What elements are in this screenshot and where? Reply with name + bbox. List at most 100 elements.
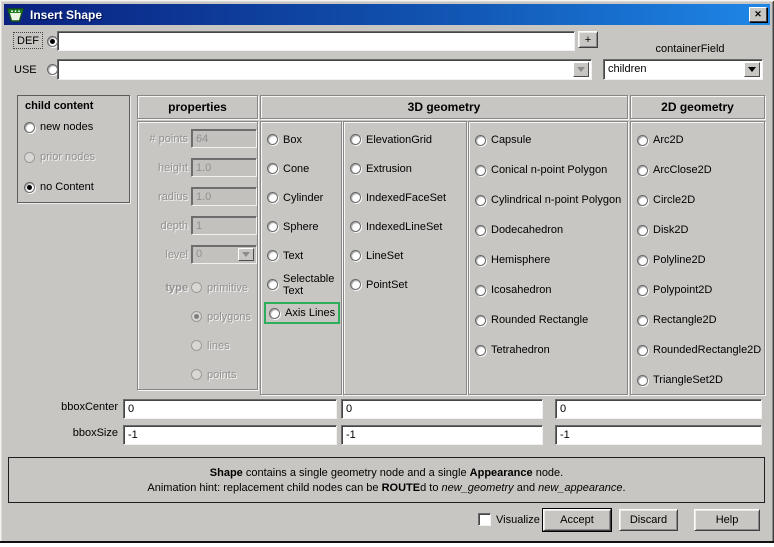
radio-label: Tetrahedron [491, 344, 550, 356]
radio-icon[interactable] [637, 195, 648, 206]
radio-icon[interactable] [24, 122, 35, 133]
geometry-3d-icosahedron[interactable]: Icosahedron [475, 275, 627, 305]
discard-button[interactable]: Discard [619, 509, 678, 531]
bbox-size-z-input[interactable] [555, 425, 762, 445]
radio-label: new nodes [40, 121, 93, 133]
radio-label: Cylindrical n-point Polygon [491, 194, 621, 206]
geometry-3d-elevationgrid[interactable]: ElevationGrid [350, 125, 466, 154]
bbox-center-z-input[interactable] [555, 399, 762, 419]
radio-icon[interactable] [637, 285, 648, 296]
radio-icon[interactable] [637, 225, 648, 236]
geometry-2d-polyline2d[interactable]: Polyline2D [637, 245, 764, 275]
radio-icon[interactable] [637, 375, 648, 386]
radio-icon[interactable] [350, 279, 361, 290]
radio-icon[interactable] [267, 250, 278, 261]
radio-icon[interactable] [475, 255, 486, 266]
geometry-2d-triangleset2d[interactable]: TriangleSet2D [637, 365, 764, 395]
geometry-3d-sphere[interactable]: Sphere [267, 212, 341, 241]
geometry-3d-cone[interactable]: Cone [267, 154, 341, 183]
plus-button[interactable]: + [578, 31, 598, 48]
radio-icon[interactable] [637, 315, 648, 326]
geometry-3d-extrusion[interactable]: Extrusion [350, 154, 466, 183]
geometry-3d-axis-lines[interactable]: Axis Lines [264, 302, 340, 324]
geometry-3d-capsule[interactable]: Capsule [475, 125, 627, 155]
geometry-3d-cylindrical-n-point-polygon[interactable]: Cylindrical n-point Polygon [475, 185, 627, 215]
accept-button[interactable]: Accept [543, 509, 611, 531]
child-content-option-no-content[interactable]: no Content [24, 172, 129, 202]
radio-icon[interactable] [350, 134, 361, 145]
radio-icon[interactable] [267, 279, 278, 290]
radio-icon[interactable] [269, 308, 280, 319]
radio-label: IndexedFaceSet [366, 192, 446, 204]
geometry-2d-circle2d[interactable]: Circle2D [637, 185, 764, 215]
geometry-2d-arc2d[interactable]: Arc2D [637, 125, 764, 155]
radio-icon[interactable] [475, 285, 486, 296]
radio-label: Disk2D [653, 224, 688, 236]
geometry-3d-tetrahedron[interactable]: Tetrahedron [475, 335, 627, 365]
radio-label: Dodecahedron [491, 224, 563, 236]
radio-icon[interactable] [637, 135, 648, 146]
radio-icon[interactable] [475, 135, 486, 146]
radio-label: primitive [207, 282, 248, 294]
bbox-center-x-input[interactable] [123, 399, 337, 419]
geometry-3d-hemisphere[interactable]: Hemisphere [475, 245, 627, 275]
bbox-size-label: bboxSize [8, 427, 118, 439]
radio-icon[interactable] [475, 225, 486, 236]
radio-icon[interactable] [267, 134, 278, 145]
geometry-2d-disk2d[interactable]: Disk2D [637, 215, 764, 245]
close-button[interactable]: ✕ [749, 7, 767, 22]
geometry-3d-dodecahedron[interactable]: Dodecahedron [475, 215, 627, 245]
radio-icon[interactable] [475, 345, 486, 356]
geometry-2d-arcclose2d[interactable]: ArcClose2D [637, 155, 764, 185]
prop-field-level: 0 [191, 245, 257, 264]
geometry-3d-pointset[interactable]: PointSet [350, 270, 466, 299]
geometry-3d-box[interactable]: Box [267, 125, 341, 154]
radio-icon[interactable] [350, 192, 361, 203]
radio-icon[interactable] [475, 195, 486, 206]
radio-icon[interactable] [267, 221, 278, 232]
radio-icon[interactable] [637, 345, 648, 356]
radio-icon[interactable] [637, 255, 648, 266]
geometry-2d-polypoint2d[interactable]: Polypoint2D [637, 275, 764, 305]
radio-icon[interactable] [350, 221, 361, 232]
help-button[interactable]: Help [694, 509, 760, 531]
container-field-combo[interactable]: children [603, 59, 763, 80]
title-bar[interactable]: Insert Shape ✕ [4, 4, 770, 25]
geometry-3d-conical-n-point-polygon[interactable]: Conical n-point Polygon [475, 155, 627, 185]
geometry-3d-text[interactable]: Text [267, 241, 341, 270]
bbox-size-y-input[interactable] [341, 425, 543, 445]
bbox-center-y-input[interactable] [341, 399, 543, 419]
radio-icon[interactable] [475, 165, 486, 176]
info-text-segment: Appearance [470, 467, 533, 479]
geometry-3d-rounded-rectangle[interactable]: Rounded Rectangle [475, 305, 627, 335]
radio-icon [191, 282, 202, 293]
radio-icon[interactable] [350, 163, 361, 174]
use-combo[interactable] [57, 59, 592, 80]
prop-field-value: 0 [196, 248, 202, 260]
bbox-size-x-input[interactable] [123, 425, 337, 445]
geometry-3d-indexedlineset[interactable]: IndexedLineSet [350, 212, 466, 241]
prop-field-radius [191, 187, 257, 206]
geometry-3d-cylinder[interactable]: Cylinder [267, 183, 341, 212]
radio-icon[interactable] [267, 163, 278, 174]
visualize-checkbox[interactable] [478, 513, 491, 526]
container-field-dropdown-button[interactable] [744, 62, 760, 77]
prop-label: depth [142, 220, 188, 232]
geometry-2d-roundedrectangle2d[interactable]: RoundedRectangle2D [637, 335, 764, 365]
prop-label: # points [142, 133, 188, 145]
radio-label: ElevationGrid [366, 134, 432, 146]
geometry-2d-rectangle2d[interactable]: Rectangle2D [637, 305, 764, 335]
radio-icon[interactable] [24, 182, 35, 193]
radio-icon[interactable] [475, 315, 486, 326]
visualize-label: Visualize [496, 513, 540, 527]
geometry-3d-selectable-text[interactable]: Selectable Text [267, 270, 341, 299]
geometry-3d-indexedfaceset[interactable]: IndexedFaceSet [350, 183, 466, 212]
geometry-3d-lineset[interactable]: LineSet [350, 241, 466, 270]
radio-icon[interactable] [350, 250, 361, 261]
radio-icon[interactable] [637, 165, 648, 176]
def-input[interactable] [57, 31, 575, 51]
prop-row-level: level0 [142, 240, 253, 269]
child-content-option-new-nodes[interactable]: new nodes [24, 112, 129, 142]
radio-icon[interactable] [267, 192, 278, 203]
info-line-1: Shape contains a single geometry node an… [210, 466, 563, 480]
